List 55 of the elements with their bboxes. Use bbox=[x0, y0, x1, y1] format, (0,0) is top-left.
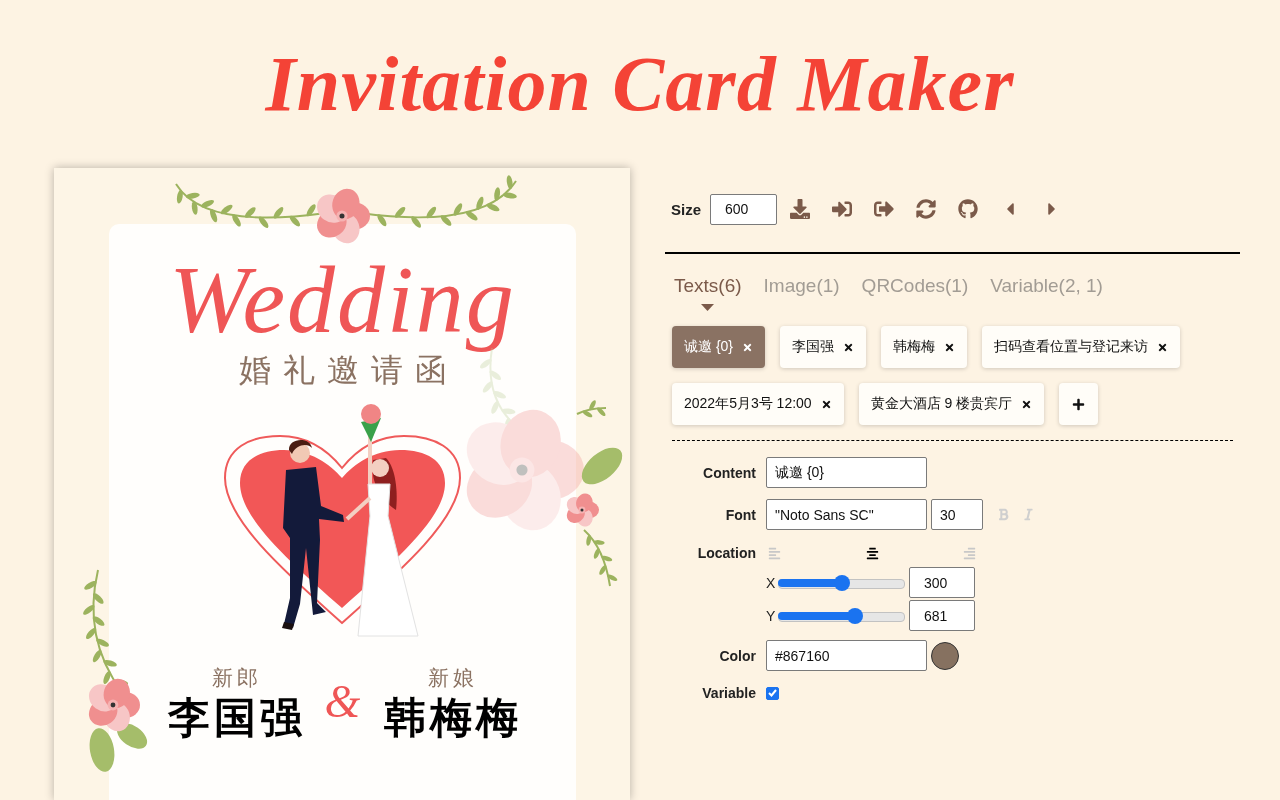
slider-thumb[interactable] bbox=[846, 607, 863, 624]
close-icon[interactable] bbox=[843, 341, 855, 353]
text-item-chip[interactable]: 李国强 bbox=[780, 326, 867, 368]
italic-icon bbox=[1022, 508, 1035, 521]
color-swatch-icon[interactable] bbox=[931, 641, 959, 670]
name-text: 韩梅梅 bbox=[382, 694, 522, 742]
text-item-chip[interactable]: 扫码查看位置与登记来访 bbox=[982, 326, 1181, 368]
close-icon[interactable] bbox=[944, 341, 956, 353]
align-right-icon bbox=[963, 546, 976, 560]
size-field[interactable]: 600 bbox=[710, 193, 777, 225]
role-label: 新郎 bbox=[210, 666, 262, 690]
add-button[interactable] bbox=[1059, 383, 1099, 425]
text-item-chip[interactable]: 韩梅梅 bbox=[881, 326, 968, 368]
role-label: 新娘 bbox=[426, 666, 478, 690]
slider-track[interactable] bbox=[778, 574, 905, 591]
align-center-button[interactable] bbox=[865, 546, 879, 560]
bouquet-drawing bbox=[361, 404, 381, 442]
content-field[interactable]: 诚邀 {0} bbox=[766, 457, 927, 488]
name-text: 李国强 bbox=[166, 694, 306, 742]
plus-icon bbox=[1072, 397, 1086, 411]
coordinate-field[interactable]: 681 bbox=[909, 600, 975, 631]
bold-icon bbox=[997, 508, 1010, 521]
close-icon[interactable] bbox=[820, 398, 832, 410]
slider-track[interactable] bbox=[778, 607, 905, 624]
close-icon[interactable] bbox=[1021, 398, 1033, 410]
field-label: Content bbox=[702, 464, 756, 481]
font-family-field[interactable]: "Noto Sans SC" bbox=[766, 499, 927, 530]
coordinate-field[interactable]: 300 bbox=[909, 567, 975, 598]
download-icon[interactable] bbox=[790, 199, 810, 219]
refresh-icon[interactable] bbox=[916, 199, 936, 219]
github-icon[interactable] bbox=[958, 199, 978, 219]
axis-label: Y bbox=[766, 607, 777, 624]
sign-in-icon[interactable] bbox=[832, 199, 852, 219]
page-title: Invitation Card Maker bbox=[265, 45, 1015, 123]
caret-icon bbox=[701, 304, 715, 311]
field-label: Location bbox=[696, 544, 756, 562]
card-subtitle: 婚礼邀请函 bbox=[238, 352, 459, 388]
slider-thumb[interactable] bbox=[833, 574, 850, 591]
field-label: Variable bbox=[701, 685, 756, 701]
size-label: Size bbox=[671, 200, 701, 218]
close-icon[interactable] bbox=[1157, 341, 1169, 353]
checkbox[interactable] bbox=[766, 686, 779, 700]
font-size-field[interactable]: 30 bbox=[931, 499, 983, 530]
align-left-icon bbox=[768, 546, 781, 560]
text-item-chip[interactable]: 诚邀 {0} bbox=[672, 326, 766, 368]
text-item-chip[interactable]: 黄金大酒店 9 楼贵宾厅 bbox=[858, 383, 1045, 425]
axis-label: X bbox=[766, 574, 777, 591]
tab[interactable]: Texts(6) bbox=[674, 274, 742, 311]
field-label: Color bbox=[718, 647, 756, 664]
ampersand: & bbox=[324, 678, 361, 726]
text-item-chip[interactable]: 2022年5月3号 12:00 bbox=[672, 383, 844, 425]
align-center-icon bbox=[865, 546, 879, 560]
color-field[interactable]: #867160 bbox=[766, 640, 927, 671]
sign-out-icon[interactable] bbox=[874, 199, 894, 219]
field-label: Font bbox=[724, 506, 756, 523]
